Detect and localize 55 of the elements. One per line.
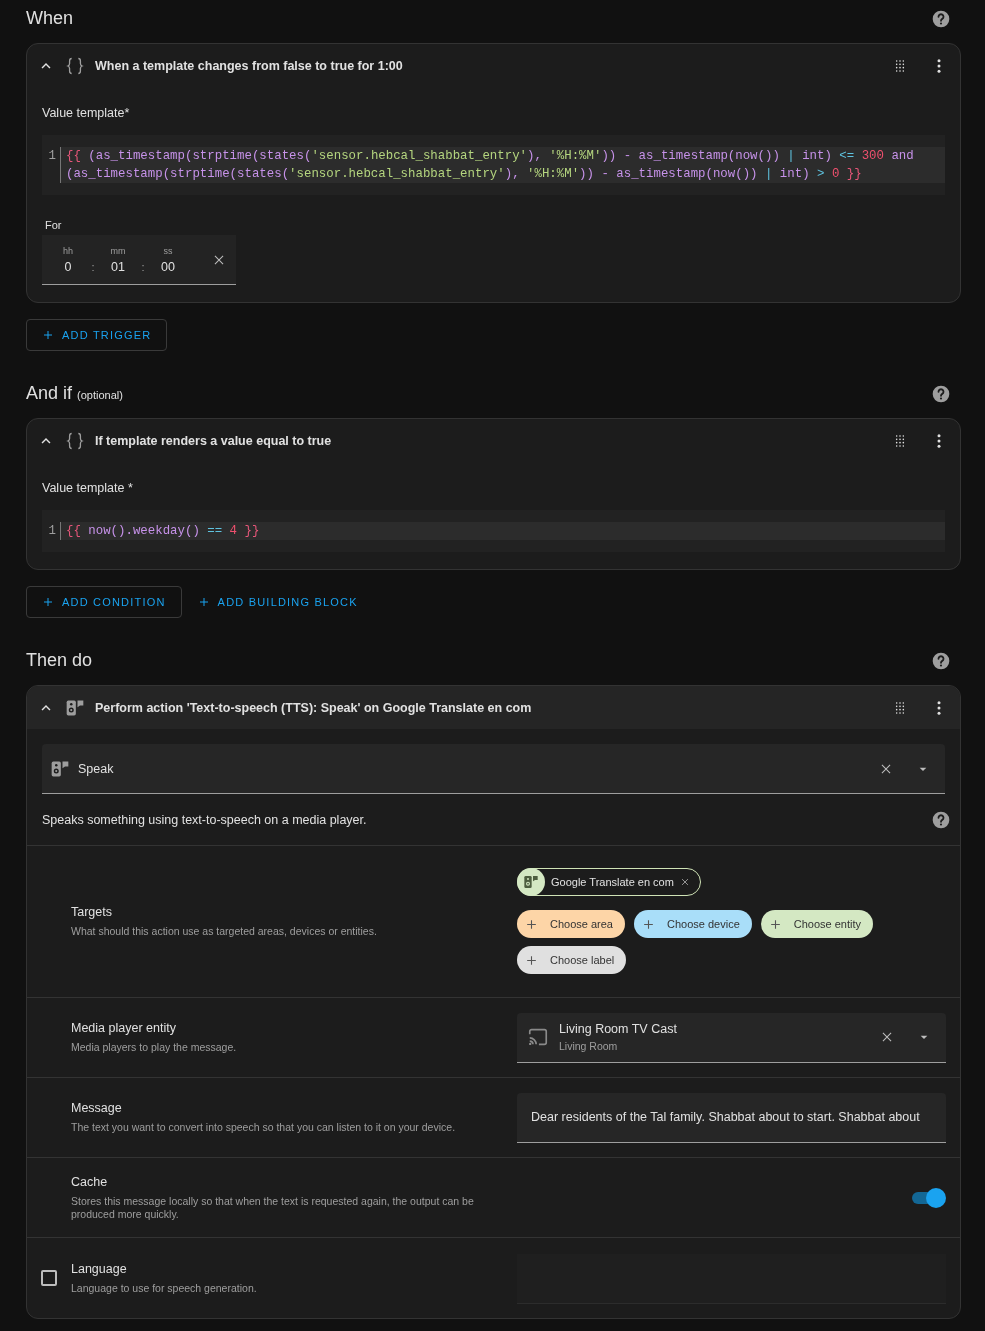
section-title: And if (26, 383, 73, 404)
parameter-description: What should this action use as targeted areas, devices or entities. (71, 925, 378, 938)
plus-icon (525, 953, 538, 967)
plus-icon (42, 329, 54, 341)
parameter-description: Language to use for speech generation. (71, 1281, 258, 1295)
help-icon[interactable] (931, 650, 951, 671)
parameter-label: Media player entity (71, 1021, 177, 1035)
parameter-description: Stores this message locally so that when the text is requested again, the output can be produced more quickly. (71, 1194, 475, 1221)
entity-picker[interactable]: Living Room TV Cast Living Room (517, 1012, 946, 1063)
picker-button[interactable]: Choose device (634, 910, 752, 938)
plus-icon (642, 917, 655, 931)
section-title: When (26, 8, 74, 29)
card-title: Perform action 'Text-to-speech (TTS): Speak' on Google Translate en com (95, 700, 533, 715)
action-description: Speaks something using text-to-speech on a media player. (42, 813, 367, 827)
help-icon[interactable] (931, 383, 951, 404)
picker-button[interactable]: Choose area (517, 910, 625, 938)
picker-button[interactable]: Choose label (517, 946, 627, 974)
parameter-label: Targets (71, 905, 113, 919)
plus-icon (197, 596, 210, 608)
card-title: If template renders a value equal to true (95, 433, 333, 448)
clear-icon[interactable] (880, 1030, 894, 1044)
help-icon[interactable] (931, 810, 951, 830)
braces-icon (65, 430, 85, 451)
add-button[interactable]: ADD TRIGGER (26, 319, 168, 351)
add-button[interactable]: ADD CONDITION (26, 586, 182, 618)
remove-icon[interactable] (679, 877, 690, 887)
card-title: When a template changes from false to true for 1:00 (95, 58, 404, 73)
message-field[interactable]: Dear residents of the Tal family. Shabbat about to start. Shabbat about (517, 1092, 946, 1143)
parameter-description: Media players to play the message. (71, 1041, 238, 1054)
checkbox[interactable] (41, 1270, 57, 1286)
line-number: 1 (47, 523, 56, 540)
plus-icon (42, 596, 54, 608)
parameter-label: Cache (71, 1174, 109, 1189)
toggle-switch[interactable] (912, 1187, 946, 1208)
plus-icon (768, 917, 782, 931)
line-number: 1 (47, 148, 56, 165)
entity-area: Living Room (559, 1040, 870, 1052)
add-button[interactable]: ADD BUILDING BLOCK (181, 586, 374, 618)
field-label: Value template * (42, 481, 134, 495)
field-label: For (45, 219, 63, 231)
cast-icon (527, 1026, 549, 1048)
parameter-description: The text you want to convert into speech so that you can listen to it on your device. (71, 1121, 457, 1134)
field-label: Value template* (42, 106, 131, 120)
duration-field[interactable]: hh 0 : mm 01 : ss 00 (42, 235, 236, 285)
entity-name: Living Room TV Cast (559, 1022, 678, 1036)
speaker-icon (523, 874, 539, 890)
parameter-label: Message (71, 1101, 123, 1115)
picker-button[interactable]: Choose entity (760, 910, 874, 938)
parameter-label: Language (71, 1261, 128, 1276)
action-select[interactable]: Speak (42, 744, 945, 794)
help-icon[interactable] (931, 8, 951, 29)
section-title: Then do (26, 650, 93, 671)
braces-icon (65, 55, 85, 76)
optional-note: (optional) (77, 389, 123, 401)
plus-icon (525, 917, 538, 931)
